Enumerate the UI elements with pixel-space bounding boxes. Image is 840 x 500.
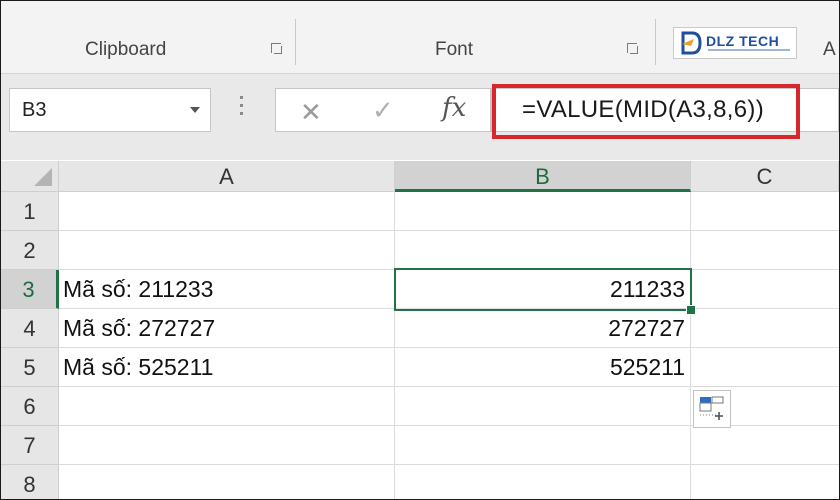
spreadsheet-grid: A B C 1 2 3 4 5 6 7 8 Mã số: 211233 Mã s… bbox=[1, 161, 839, 499]
cell-a3[interactable]: Mã số: 211233 bbox=[59, 270, 395, 309]
row-header-4[interactable]: 4 bbox=[1, 309, 59, 348]
logo-badge-icon bbox=[681, 31, 702, 55]
cell-a4[interactable]: Mã số: 272727 bbox=[59, 309, 395, 348]
logo-tagline bbox=[708, 49, 790, 51]
excel-window: Clipboard Font DLZ TECH A B3 ✕ ✓ fx =VAL… bbox=[0, 0, 840, 500]
ribbon: Clipboard Font DLZ TECH A bbox=[1, 1, 839, 74]
font-dialog-launcher-icon[interactable] bbox=[627, 43, 639, 55]
column-header-b[interactable]: B bbox=[395, 161, 691, 192]
row-header-5[interactable]: 5 bbox=[1, 348, 59, 387]
cell-a5[interactable]: Mã số: 525211 bbox=[59, 348, 395, 387]
paste-options-icon bbox=[699, 396, 724, 420]
formula-bar-area: B3 ✕ ✓ fx =VALUE(MID(A3,8,6)) bbox=[1, 74, 839, 160]
ribbon-separator bbox=[295, 19, 296, 65]
paste-options-button[interactable] bbox=[693, 390, 731, 428]
row-header-7[interactable]: 7 bbox=[1, 426, 59, 465]
enter-icon[interactable]: ✓ bbox=[372, 95, 394, 126]
column-header-c[interactable]: C bbox=[691, 161, 839, 192]
dropdown-arrow-icon[interactable] bbox=[190, 107, 200, 113]
cell-b4[interactable]: 272727 bbox=[395, 309, 691, 348]
row-header-6[interactable]: 6 bbox=[1, 387, 59, 426]
row-header-8[interactable]: 8 bbox=[1, 465, 59, 499]
row-header-1[interactable]: 1 bbox=[1, 192, 59, 231]
formula-text: =VALUE(MID(A3,8,6)) bbox=[522, 96, 764, 123]
row-header-2[interactable]: 2 bbox=[1, 231, 59, 270]
grip-handle[interactable] bbox=[239, 96, 245, 124]
cell-b5[interactable]: 525211 bbox=[395, 348, 691, 387]
function-icon[interactable]: fx bbox=[442, 93, 466, 123]
font-group-label: Font bbox=[435, 39, 474, 60]
dlz-tech-logo: DLZ TECH bbox=[673, 27, 797, 59]
clipboard-dialog-launcher-icon[interactable] bbox=[271, 43, 283, 55]
cancel-icon[interactable]: ✕ bbox=[300, 97, 322, 128]
formula-input[interactable]: =VALUE(MID(A3,8,6)) bbox=[491, 88, 839, 132]
ribbon-partial-label: A bbox=[823, 39, 836, 60]
grid-line bbox=[59, 464, 839, 465]
row-header-3[interactable]: 3 bbox=[1, 270, 59, 309]
active-cell-outline bbox=[394, 268, 692, 311]
ribbon-separator bbox=[655, 19, 656, 65]
name-box[interactable]: B3 bbox=[9, 88, 211, 132]
fill-handle[interactable] bbox=[686, 305, 696, 315]
formula-buttons: ✕ ✓ fx bbox=[275, 88, 491, 132]
column-header-a[interactable]: A bbox=[59, 161, 395, 192]
logo-text: DLZ TECH bbox=[706, 33, 780, 49]
grid-line bbox=[59, 230, 839, 231]
name-box-value: B3 bbox=[22, 99, 47, 121]
clipboard-group-label: Clipboard bbox=[85, 39, 167, 60]
select-all-corner[interactable] bbox=[1, 161, 59, 192]
